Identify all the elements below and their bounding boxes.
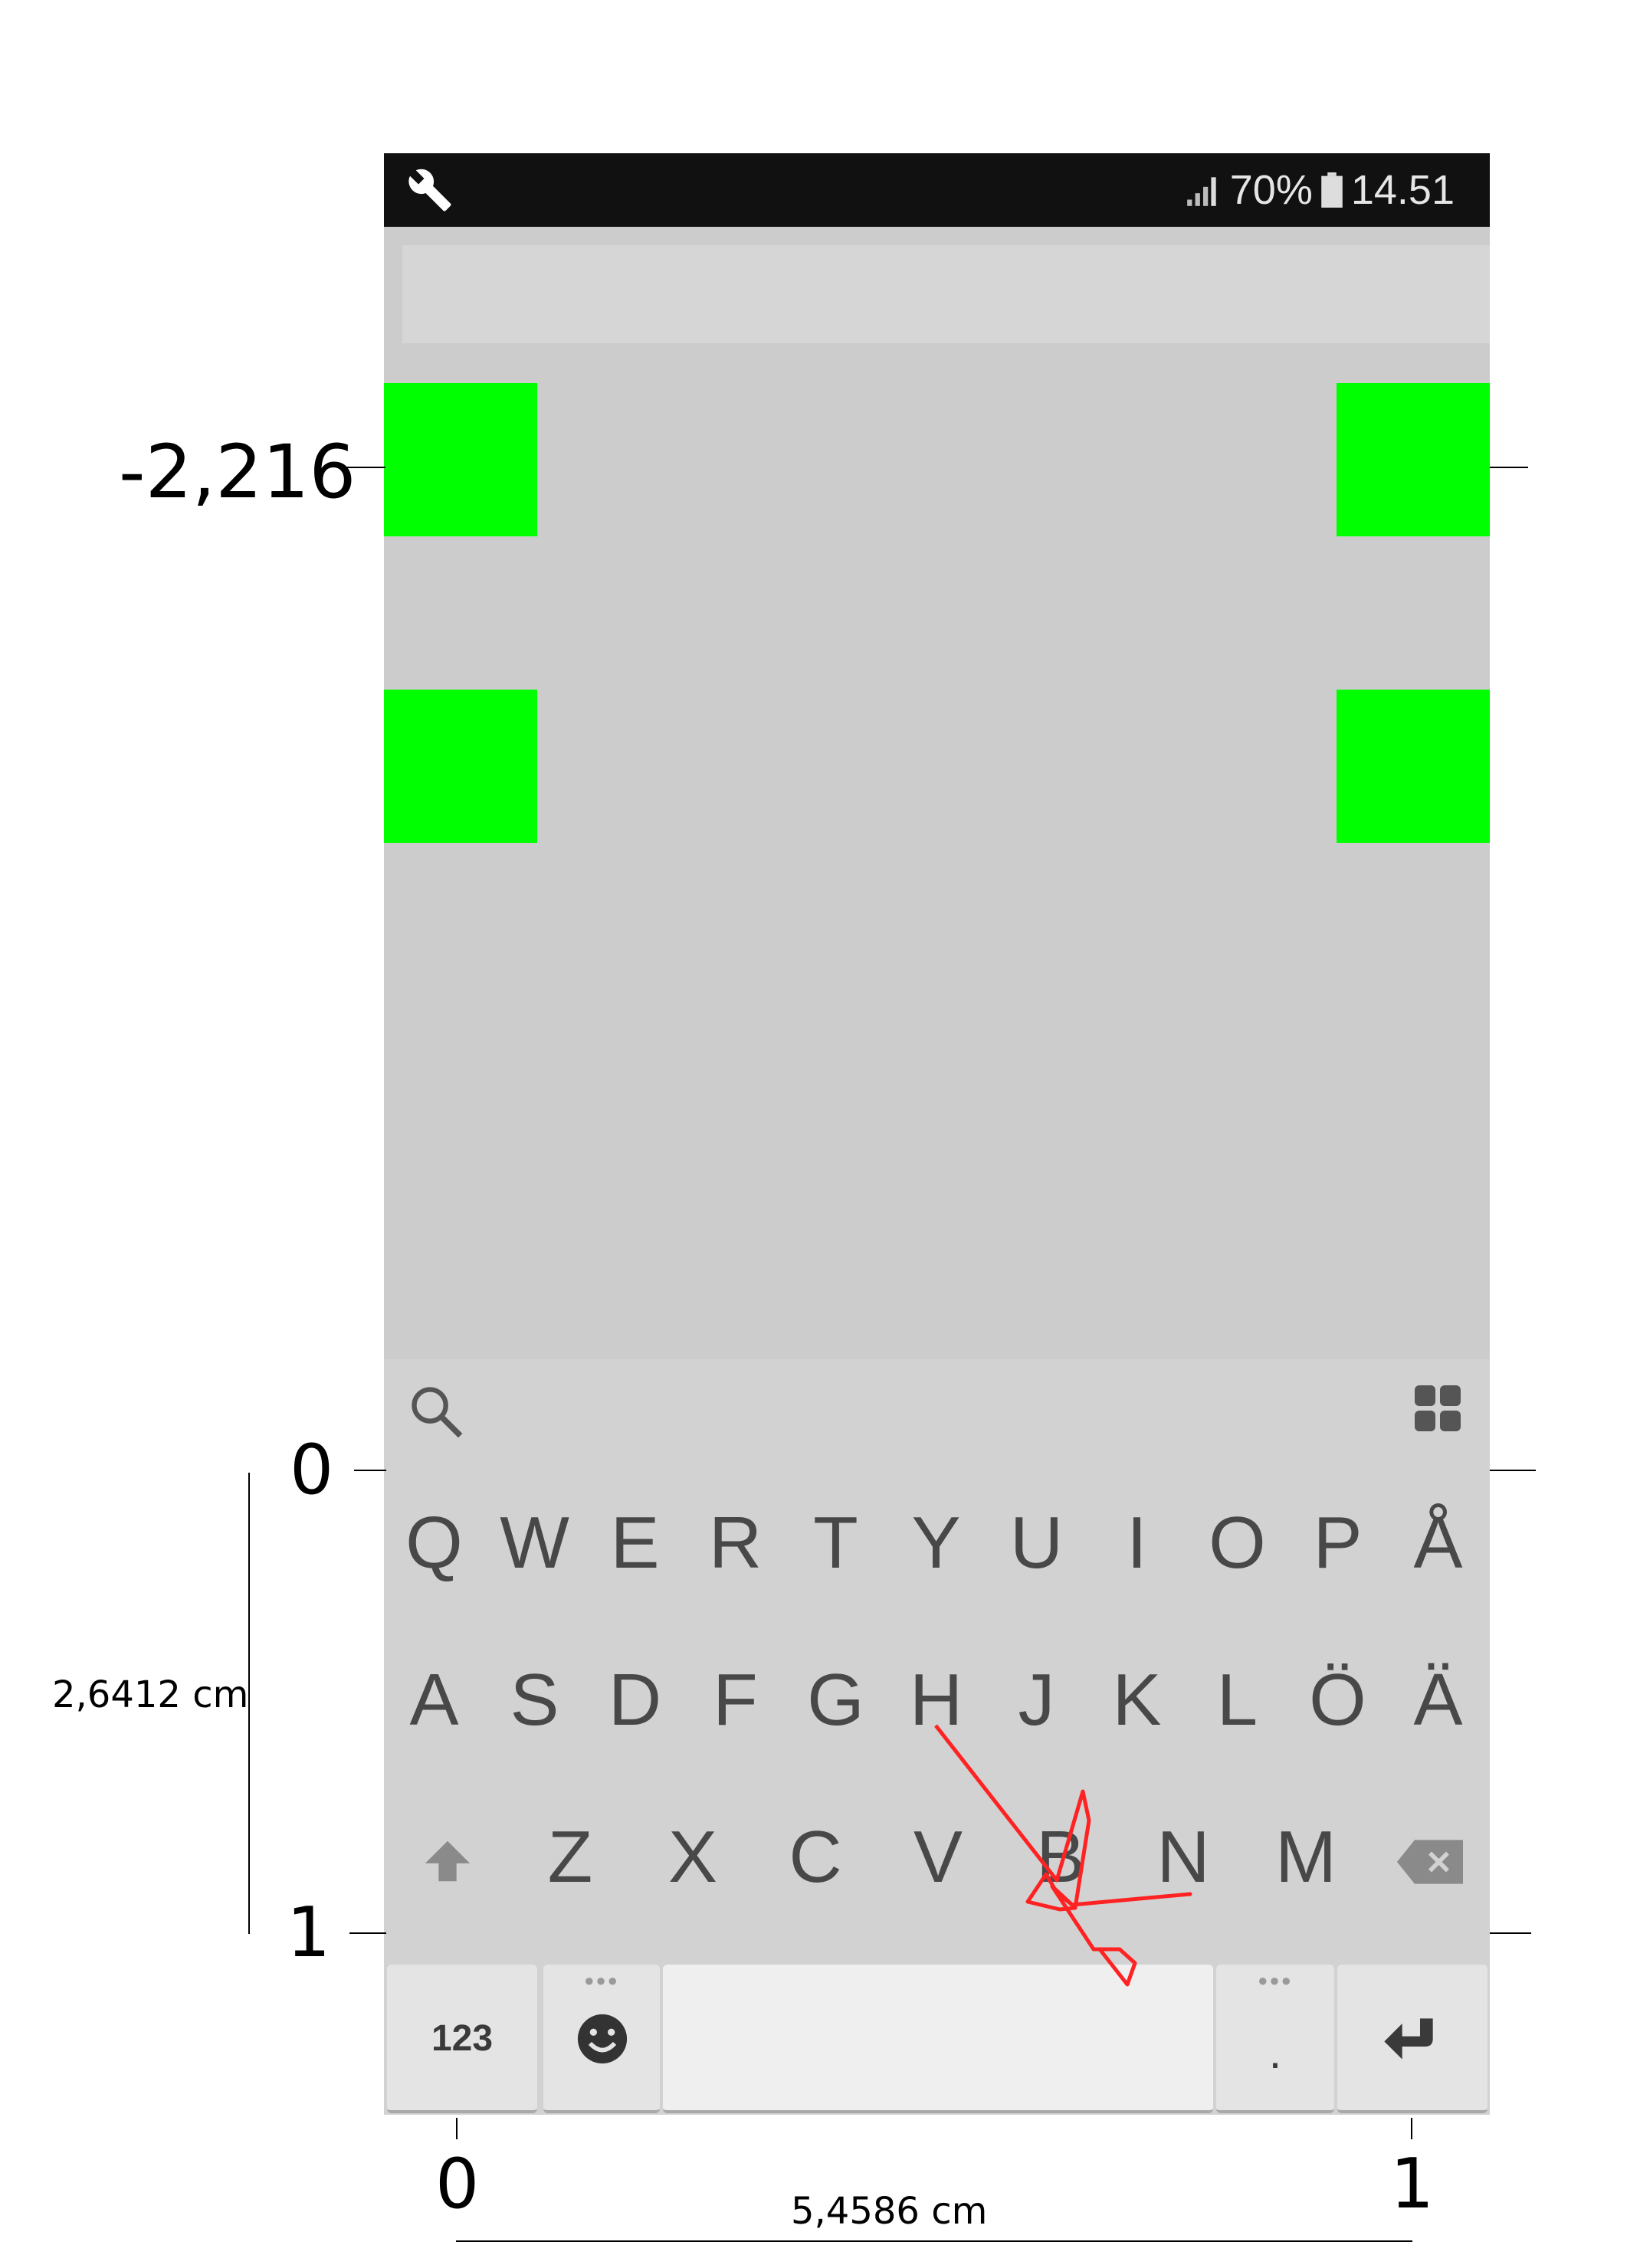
- target-square-bottom-left: [384, 690, 537, 843]
- top-value-tick-left: [341, 467, 385, 468]
- target-square-top-right: [1337, 383, 1490, 536]
- enter-icon: [1384, 2018, 1433, 2060]
- key-u[interactable]: U: [986, 1497, 1087, 1589]
- x-zero-label: 0: [435, 2144, 480, 2224]
- key-g[interactable]: G: [786, 1654, 886, 1746]
- shift-icon[interactable]: [421, 1834, 474, 1888]
- key-j[interactable]: J: [986, 1654, 1087, 1746]
- phone-screen: 70% 14.51 QWERTYUIOPÅ ASDFGHJKLÖÄ ZXCVBN…: [384, 153, 1490, 2115]
- width-measure-line: [456, 2240, 1412, 2242]
- width-measure-label: 5,4586 cm: [791, 2190, 988, 2233]
- target-square-top-left: [384, 383, 537, 536]
- key-v[interactable]: V: [888, 1811, 988, 1903]
- clock: 14.51: [1350, 167, 1455, 213]
- key-k[interactable]: K: [1087, 1654, 1187, 1746]
- emoji-icon: [577, 2014, 628, 2064]
- y-one-label: 1: [287, 1893, 331, 1973]
- height-measure-label: 2,6412 cm: [52, 1673, 249, 1716]
- key-i[interactable]: I: [1087, 1497, 1187, 1589]
- wrench-icon: [408, 169, 451, 211]
- key-z[interactable]: Z: [520, 1811, 620, 1903]
- signal-icon: [1186, 177, 1216, 206]
- battery-percent: 70%: [1229, 167, 1313, 213]
- key-m[interactable]: M: [1256, 1811, 1356, 1903]
- top-value-label: -2,216: [119, 429, 356, 515]
- period-key[interactable]: ●●● .: [1216, 1965, 1334, 2113]
- battery-icon: [1321, 172, 1343, 208]
- key-å[interactable]: Å: [1388, 1497, 1488, 1589]
- key-l[interactable]: L: [1187, 1654, 1287, 1746]
- key-e[interactable]: E: [585, 1497, 685, 1589]
- key-t[interactable]: T: [786, 1497, 886, 1589]
- on-screen-keyboard: QWERTYUIOPÅ ASDFGHJKLÖÄ ZXCVBNM 123 ●●● …: [384, 1359, 1490, 2115]
- x-one-tick: [1411, 2118, 1412, 2139]
- key-y[interactable]: Y: [886, 1497, 986, 1589]
- target-square-bottom-right: [1337, 690, 1490, 843]
- key-b[interactable]: B: [1011, 1811, 1110, 1903]
- emoji-key[interactable]: ●●●: [543, 1965, 660, 2113]
- key-w[interactable]: W: [484, 1497, 585, 1589]
- key-ä[interactable]: Ä: [1388, 1654, 1488, 1746]
- y-one-tick-left: [349, 1932, 386, 1934]
- more-dots-icon: ●●●: [1258, 1971, 1293, 1990]
- key-q[interactable]: Q: [384, 1497, 484, 1589]
- period-label: .: [1268, 2027, 1282, 2078]
- search-icon[interactable]: [407, 1382, 465, 1440]
- key-d[interactable]: D: [585, 1654, 685, 1746]
- key-n[interactable]: N: [1133, 1811, 1233, 1903]
- y-zero-tick-left: [354, 1470, 386, 1471]
- x-zero-tick: [456, 2118, 458, 2139]
- more-dots-icon: ●●●: [584, 1971, 619, 1990]
- status-bar: 70% 14.51: [384, 153, 1490, 227]
- key-x[interactable]: X: [643, 1811, 743, 1903]
- enter-key[interactable]: [1337, 1965, 1487, 2113]
- key-ö[interactable]: Ö: [1287, 1654, 1388, 1746]
- key-r[interactable]: R: [685, 1497, 786, 1589]
- y-zero-tick-right: [1490, 1470, 1536, 1471]
- key-o[interactable]: O: [1187, 1497, 1287, 1589]
- space-bar[interactable]: [663, 1965, 1213, 2113]
- key-c[interactable]: C: [766, 1811, 865, 1903]
- key-a[interactable]: A: [384, 1654, 484, 1746]
- key-s[interactable]: S: [484, 1654, 585, 1746]
- key-p[interactable]: P: [1287, 1497, 1388, 1589]
- apps-grid-icon[interactable]: [1415, 1385, 1461, 1431]
- y-zero-label: 0: [290, 1430, 334, 1510]
- key-h[interactable]: H: [886, 1654, 986, 1746]
- text-input-bar[interactable]: [402, 245, 1490, 343]
- top-value-tick-right: [1490, 467, 1528, 468]
- backspace-icon[interactable]: [1397, 1839, 1463, 1885]
- numbers-key[interactable]: 123: [387, 1965, 537, 2113]
- x-one-label: 1: [1390, 2144, 1435, 2224]
- key-f[interactable]: F: [685, 1654, 786, 1746]
- y-one-tick-right: [1490, 1932, 1531, 1934]
